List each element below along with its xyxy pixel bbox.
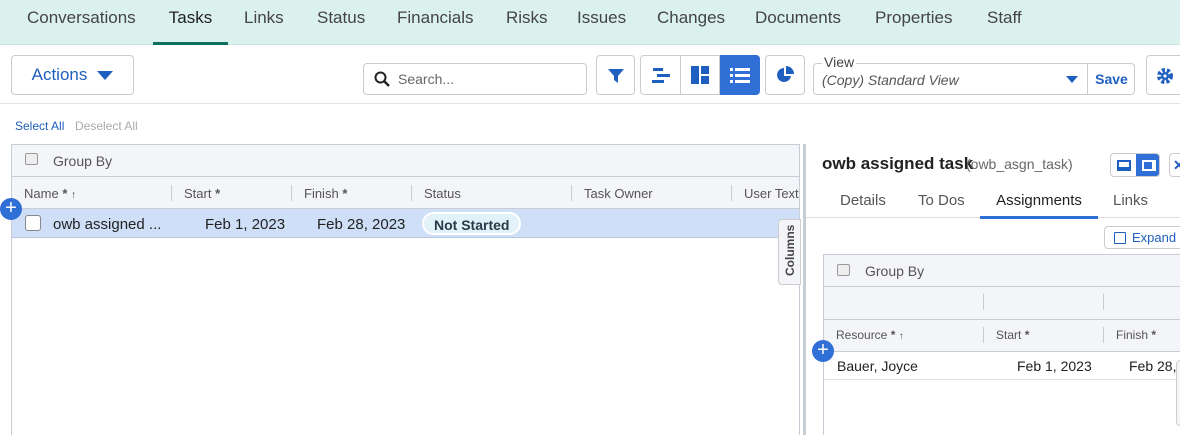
search-icon: [374, 71, 390, 87]
filter-icon: [607, 69, 624, 83]
column-header-start[interactable]: Start *: [184, 186, 220, 201]
caret-down-icon: [1066, 76, 1078, 83]
filter-button[interactable]: [596, 55, 635, 95]
tab-status[interactable]: Status: [317, 8, 365, 45]
task-grid: Group By: [11, 144, 800, 435]
column-header-user-text[interactable]: User Text: [744, 186, 799, 201]
chart-view-button[interactable]: [765, 55, 805, 95]
column-separator[interactable]: [291, 185, 292, 201]
group-by-label: Group By: [865, 263, 925, 279]
group-by-icon: [837, 264, 850, 276]
pie-chart-icon: [777, 66, 794, 82]
gear-icon: [1157, 68, 1173, 84]
tab-properties[interactable]: Properties: [875, 8, 952, 45]
actions-button[interactable]: Actions: [11, 55, 134, 95]
column-header-status[interactable]: Status: [424, 186, 461, 201]
gantt-view-button[interactable]: [640, 55, 681, 95]
column-separator[interactable]: [983, 327, 984, 343]
tab-issues[interactable]: Issues: [577, 8, 626, 45]
add-row-button[interactable]: +: [0, 198, 22, 220]
expand-icon: [1114, 231, 1126, 244]
assignments-grid: Group By Bauer, Joyce Feb 1, 2023 Feb 28…: [823, 254, 1180, 435]
detail-code: (owb_asgn_task): [966, 156, 1073, 172]
column-header-finish[interactable]: Finish *: [304, 186, 347, 201]
columns-panel-tab[interactable]: [1176, 360, 1180, 426]
board-icon: [691, 66, 709, 84]
assignment-start: Feb 1, 2023: [1017, 358, 1092, 374]
tab-to-dos[interactable]: To Dos: [918, 192, 965, 209]
tab-tasks[interactable]: Tasks: [153, 8, 228, 45]
assignment-resource[interactable]: Bauer, Joyce: [837, 358, 918, 374]
column-header-finish[interactable]: Finish *: [1116, 328, 1156, 342]
table-row[interactable]: owb assigned ... Feb 1, 2023 Feb 28, 202…: [12, 209, 799, 238]
column-separator[interactable]: [411, 185, 412, 201]
tab-changes[interactable]: Changes: [657, 8, 725, 45]
select-all-link[interactable]: Select All: [15, 119, 64, 133]
column-header-resource[interactable]: Resource * ↑: [836, 328, 904, 342]
assignment-finish: Feb 28,: [1129, 358, 1177, 374]
column-separator: [983, 294, 984, 310]
settings-button[interactable]: [1146, 55, 1180, 95]
layout-toggle[interactable]: [1110, 153, 1160, 177]
list-view-button[interactable]: [720, 55, 760, 95]
columns-panel-tab[interactable]: Columns: [778, 219, 801, 285]
close-panel-button[interactable]: ✕: [1169, 153, 1180, 177]
tab-details[interactable]: Details: [840, 192, 886, 209]
deselect-all-link: Deselect All: [75, 119, 138, 133]
task-finish: Feb 28, 2023: [317, 216, 406, 233]
bottom-panel-icon[interactable]: [1111, 154, 1136, 176]
column-separator[interactable]: [1103, 327, 1104, 343]
add-assignment-button[interactable]: +: [812, 340, 834, 362]
column-separator: [1103, 294, 1104, 310]
expand-button[interactable]: Expand: [1104, 226, 1180, 249]
group-by-bar[interactable]: Group By: [12, 145, 799, 177]
task-name[interactable]: owb assigned ...: [53, 216, 161, 233]
board-view-button[interactable]: [680, 55, 720, 95]
column-header-task-owner[interactable]: Task Owner: [584, 186, 653, 201]
gantt-icon: [651, 68, 670, 83]
group-by-bar[interactable]: Group By: [824, 255, 1180, 287]
expand-label: Expand: [1132, 230, 1177, 245]
close-icon: ✕: [1173, 157, 1180, 173]
grid-header: [12, 177, 799, 209]
side-panel-icon[interactable]: [1136, 154, 1159, 176]
column-group-header: [824, 287, 1180, 320]
caret-down-icon: [97, 70, 114, 80]
module-tabs: Conversations Tasks Links Status Financi…: [0, 0, 1180, 45]
task-start: Feb 1, 2023: [205, 216, 286, 233]
column-separator[interactable]: [731, 185, 732, 201]
plus-icon: +: [817, 339, 829, 361]
column-header-start[interactable]: Start *: [996, 328, 1029, 342]
row-checkbox[interactable]: [25, 215, 41, 231]
group-by-icon: [25, 153, 38, 165]
actions-label: Actions: [31, 65, 88, 84]
list-icon: [730, 68, 750, 83]
column-separator[interactable]: [571, 185, 572, 201]
tab-staff[interactable]: Staff: [987, 8, 1022, 45]
group-by-label: Group By: [53, 153, 113, 169]
tab-assignments[interactable]: Assignments: [980, 192, 1098, 219]
save-view-button[interactable]: Save: [1087, 64, 1135, 94]
panel-splitter[interactable]: [803, 144, 806, 435]
search-input[interactable]: Search...: [363, 63, 587, 95]
view-label: View: [822, 54, 857, 70]
view-value: (Copy) Standard View: [822, 72, 959, 88]
column-header-name[interactable]: Name * ↑: [24, 186, 76, 201]
column-separator[interactable]: [171, 185, 172, 201]
detail-title: owb assigned task: [822, 154, 974, 173]
tab-documents[interactable]: Documents: [755, 8, 841, 45]
tab-links[interactable]: Links: [244, 8, 284, 45]
columns-label: Columns: [783, 224, 797, 276]
view-select[interactable]: View (Copy) Standard View Save: [813, 54, 1135, 95]
table-row[interactable]: Bauer, Joyce Feb 1, 2023 Feb 28,: [824, 352, 1180, 380]
status-badge: Not Started: [422, 212, 522, 235]
tab-conversations[interactable]: Conversations: [27, 8, 136, 45]
tab-links-detail[interactable]: Links: [1113, 192, 1148, 209]
divider: [0, 103, 1180, 104]
tab-risks[interactable]: Risks: [506, 8, 548, 45]
search-placeholder: Search...: [398, 71, 455, 87]
tab-financials[interactable]: Financials: [397, 8, 474, 45]
plus-icon: +: [5, 197, 17, 219]
